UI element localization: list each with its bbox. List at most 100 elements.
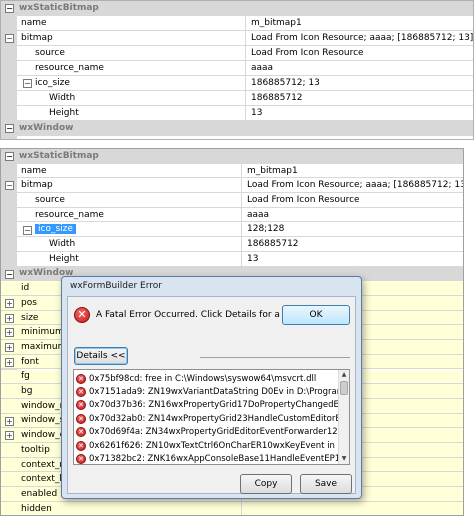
property-value[interactable]: aaaa xyxy=(245,61,473,75)
property-name: tooltip xyxy=(21,444,50,455)
property-name: source xyxy=(35,48,65,58)
backtrace-item[interactable]: ✕ 0x6261f626: ZN10wxTextCtrl6OnCharER10wx… xyxy=(76,439,338,452)
property-row[interactable]: Width 186885712 xyxy=(1,91,473,106)
backtrace-list[interactable]: ✕ 0x75bf98cd: free in C:\Windows\syswow64… xyxy=(73,369,350,465)
property-name: font xyxy=(21,356,39,367)
property-name: Width xyxy=(49,93,76,103)
collapse-icon[interactable]: − xyxy=(5,124,14,133)
property-row[interactable]: bitmap − Load From Icon Resource; aaaa; [1… xyxy=(1,178,463,194)
property-value[interactable]: Load From Icon Resource; aaaa; [18688571… xyxy=(245,31,473,45)
error-dialog: wxFormBuilder Error ✕ A Fatal Error Occu… xyxy=(61,276,362,499)
property-row[interactable]: Height 13 xyxy=(1,251,463,267)
ok-button[interactable]: OK xyxy=(282,305,350,325)
property-row[interactable]: hidden xyxy=(1,501,463,515)
backtrace-item[interactable]: ✕ 0x70d32ab0: ZN14wxPropertyGrid23HandleC… xyxy=(76,412,338,425)
error-icon: ✕ xyxy=(74,307,90,323)
backtrace-text: 0x7151ada9: ZN19wxVariantDataString D0Ev… xyxy=(89,386,338,397)
property-value[interactable] xyxy=(241,501,463,515)
expand-icon[interactable]: + xyxy=(5,328,14,338)
error-icon: ✕ xyxy=(76,440,86,451)
property-value[interactable]: m_bitmap1 xyxy=(245,16,473,30)
property-name: Height xyxy=(49,108,79,118)
scroll-up-icon[interactable]: ▲ xyxy=(339,370,349,380)
category-row[interactable]: wxStaticBitmap − xyxy=(1,1,473,16)
property-name: resource_name xyxy=(35,63,104,73)
collapse-icon[interactable]: − xyxy=(5,181,14,191)
collapse-icon[interactable]: − xyxy=(5,152,14,161)
expand-icon[interactable]: + xyxy=(5,357,14,367)
expand-icon[interactable]: + xyxy=(5,343,14,353)
property-row[interactable]: name m_bitmap1 xyxy=(1,163,463,179)
property-name: wxStaticBitmap xyxy=(19,3,99,13)
save-button[interactable]: Save xyxy=(300,474,352,494)
property-value[interactable]: 186885712 xyxy=(241,237,463,251)
property-row[interactable]: bitmap − Load From Icon Resource; aaaa; [1… xyxy=(1,31,473,46)
expand-icon[interactable]: + xyxy=(5,313,14,323)
property-value[interactable]: 13 xyxy=(241,251,463,266)
property-name: name xyxy=(21,18,47,28)
backtrace-text: 0x70d69f4a: ZN34wxPropertyGridEditorEven… xyxy=(89,427,338,438)
property-row[interactable]: Height 13 xyxy=(1,106,473,121)
collapse-icon[interactable]: − xyxy=(23,225,32,235)
error-icon: ✕ xyxy=(76,413,86,424)
property-name: ico_size xyxy=(35,224,76,235)
category-row[interactable]: wxWindow − xyxy=(1,121,473,136)
backtrace-item[interactable]: ✕ 0x71382bc2: ZNK16wxAppConsoleBase11Hand… xyxy=(76,452,338,464)
scroll-down-icon[interactable]: ▼ xyxy=(339,454,349,464)
property-name: bitmap xyxy=(21,180,53,191)
property-name: wxStaticBitmap xyxy=(19,150,99,161)
backtrace-text: 0x6261f626: ZN10wxTextCtrl6OnCharER10wxK… xyxy=(89,440,338,451)
details-button[interactable]: Details << xyxy=(74,347,128,365)
property-value[interactable]: Load From Icon Resource xyxy=(241,193,463,207)
property-row[interactable]: resource_name aaaa xyxy=(1,61,473,76)
copy-button[interactable]: Copy xyxy=(240,474,292,494)
property-value[interactable]: aaaa xyxy=(241,207,463,222)
backtrace-text: 0x70d37b36: ZN16wxPropertyGrid17DoProper… xyxy=(89,400,338,411)
property-row[interactable]: ico_size − 128;128 xyxy=(1,222,463,238)
property-row[interactable]: resource_name aaaa xyxy=(1,207,463,223)
property-name: id xyxy=(21,283,30,294)
property-value[interactable]: 128;128 xyxy=(241,222,463,237)
property-value[interactable]: m_bitmap1 xyxy=(241,163,463,178)
property-name: fg xyxy=(21,371,30,382)
property-value[interactable]: 186885712 xyxy=(245,91,473,105)
collapse-icon[interactable]: − xyxy=(5,4,14,13)
expand-icon[interactable]: + xyxy=(5,299,14,308)
property-row[interactable]: Width 186885712 xyxy=(1,237,463,252)
scroll-thumb[interactable] xyxy=(340,381,348,395)
property-row[interactable]: source Load From Icon Resource xyxy=(1,193,463,208)
property-name: Width xyxy=(49,239,76,250)
property-name: ico_size xyxy=(35,78,70,88)
backtrace-item[interactable]: ✕ 0x70d37b36: ZN16wxPropertyGrid17DoPrope… xyxy=(76,399,338,412)
property-name: bg xyxy=(21,386,33,397)
property-row[interactable]: source Load From Icon Resource xyxy=(1,46,473,61)
collapse-icon[interactable]: − xyxy=(23,79,32,88)
property-name: Height xyxy=(49,253,79,264)
property-name: resource_name xyxy=(35,209,104,220)
error-icon: ✕ xyxy=(76,386,86,397)
backtrace-scrollbar[interactable]: ▲ ▼ xyxy=(338,370,349,464)
error-icon: ✕ xyxy=(76,400,86,411)
collapse-icon[interactable]: − xyxy=(5,269,14,279)
property-value[interactable]: Load From Icon Resource; aaaa; [18688571… xyxy=(241,178,463,193)
property-row[interactable]: ico_size − 186885712; 13 xyxy=(1,76,473,91)
error-icon: ✕ xyxy=(76,453,86,464)
collapse-icon[interactable]: − xyxy=(5,34,14,43)
property-value[interactable]: 186885712; 13 xyxy=(245,76,473,90)
property-name: bitmap xyxy=(21,33,53,43)
error-icon: ✕ xyxy=(76,427,86,438)
property-row[interactable]: name m_bitmap1 xyxy=(1,16,473,31)
backtrace-text: 0x71382bc2: ZNK16wxAppConsoleBase11Handl… xyxy=(89,453,338,464)
backtrace-item[interactable]: ✕ 0x70d69f4a: ZN34wxPropertyGridEditorEve… xyxy=(76,426,338,439)
expand-icon[interactable]: + xyxy=(5,416,14,426)
property-value[interactable]: 13 xyxy=(245,106,473,120)
backtrace-item[interactable]: ✕ 0x7151ada9: ZN19wxVariantDataString D0E… xyxy=(76,385,338,398)
backtrace-item[interactable]: ✕ 0x75bf98cd: free in C:\Windows\syswow64… xyxy=(76,372,338,385)
property-name: size xyxy=(21,312,39,323)
expand-icon[interactable]: + xyxy=(5,431,14,441)
dialog-title: wxFormBuilder Error xyxy=(70,281,162,291)
category-row[interactable]: wxStaticBitmap − xyxy=(1,149,463,164)
property-value[interactable]: Load From Icon Resource xyxy=(245,46,473,60)
property-grid-top[interactable]: wxStaticBitmap − name m_bitmap1 bitmap − Load … xyxy=(0,0,474,140)
dialog-body: ✕ A Fatal Error Occurred. Click Details … xyxy=(67,296,356,494)
